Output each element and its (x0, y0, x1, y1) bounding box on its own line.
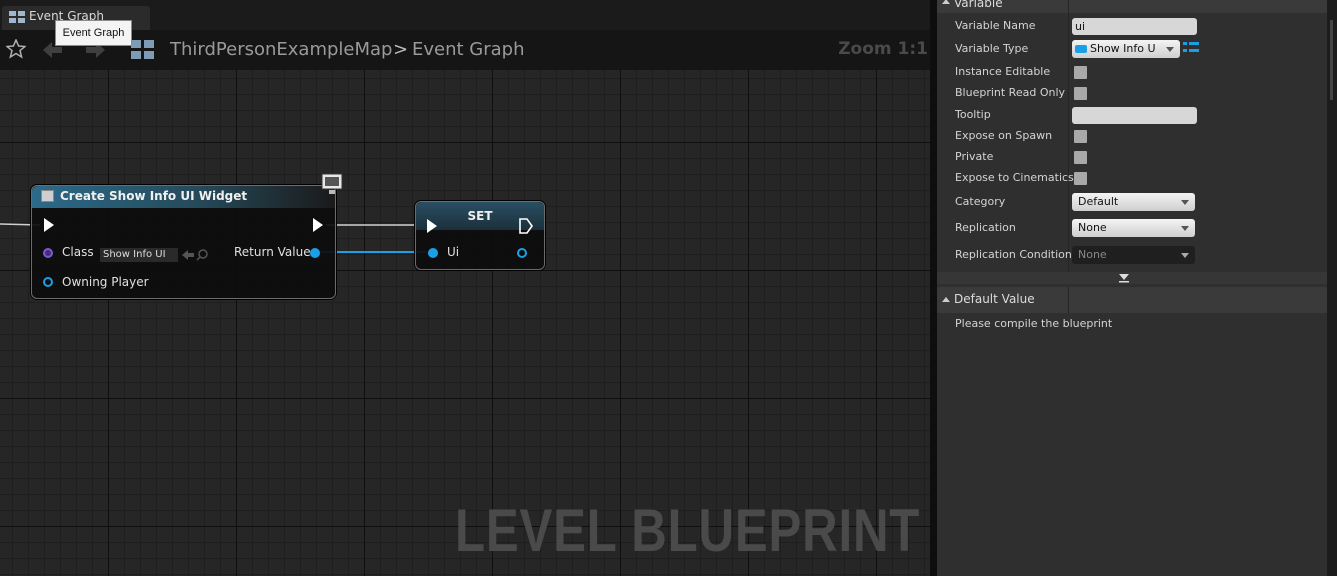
variable-name-input[interactable]: ui (1072, 18, 1197, 35)
exec-in-pin[interactable] (44, 218, 54, 232)
replication-combo[interactable]: None (1072, 219, 1195, 237)
row-expose-cinematics: Expose to Cinematics (937, 168, 1327, 189)
variable-section-header[interactable]: Variable (937, 0, 1327, 13)
row-read-only: Blueprint Read Only (937, 83, 1327, 104)
row-replication: Replication None (937, 218, 1327, 239)
variable-type-label: Variable Type (955, 42, 1029, 55)
browse-icon[interactable] (182, 248, 210, 262)
private-checkbox[interactable] (1074, 151, 1087, 164)
expose-on-spawn-checkbox[interactable] (1074, 130, 1087, 143)
owning-player-pin[interactable] (43, 277, 53, 287)
replication-label: Replication (955, 221, 1016, 234)
create-widget-node-title: Create Show Info UI Widget (60, 189, 248, 203)
default-value-section-header[interactable]: Default Value (937, 287, 1327, 313)
instance-editable-label: Instance Editable (955, 65, 1051, 78)
replication-condition-label: Replication Condition (955, 248, 1072, 261)
event-graph-canvas[interactable]: Event Graph ThirdPersonExampleMap > Even… (0, 0, 930, 576)
expose-cinematics-checkbox[interactable] (1074, 172, 1087, 185)
row-replication-condition: Replication Condition None (937, 245, 1327, 266)
class-select[interactable]: Show Info UI (100, 248, 178, 262)
default-value-section-title: Default Value (954, 292, 1035, 306)
row-instance-editable: Instance Editable (937, 62, 1327, 83)
return-value-label: Return Value (234, 245, 311, 259)
category-value: Default (1078, 195, 1119, 208)
expand-down-icon (1119, 274, 1129, 283)
monitor-icon (321, 173, 343, 194)
owning-player-label: Owning Player (62, 275, 149, 289)
set-exec-out-pin[interactable] (519, 218, 533, 234)
variable-type-combo[interactable]: Show Info U (1072, 40, 1180, 58)
row-tooltip: Tooltip (937, 105, 1327, 126)
tooltip-label: Tooltip (955, 108, 991, 121)
compile-message: Please compile the blueprint (955, 317, 1113, 330)
object-type-icon (1075, 45, 1087, 53)
replication-condition-value: None (1078, 248, 1107, 261)
variable-type-value: Show Info U (1090, 42, 1156, 55)
advanced-expander[interactable] (937, 272, 1327, 284)
read-only-checkbox[interactable] (1074, 87, 1087, 100)
read-only-label: Blueprint Read Only (955, 86, 1066, 99)
variable-section-title: Variable (954, 0, 1003, 10)
exec-out-pin[interactable] (313, 218, 323, 232)
class-pin[interactable] (43, 248, 53, 258)
details-panel: Variable Variable Name ui Variable Type … (937, 0, 1327, 576)
collapse-icon (942, 0, 950, 4)
class-pin-label: Class (62, 245, 94, 259)
panel-splitter[interactable] (930, 0, 937, 576)
category-combo[interactable]: Default (1072, 193, 1195, 211)
panel-scrollbar[interactable] (1327, 0, 1337, 576)
replication-value: None (1078, 221, 1107, 234)
create-widget-node[interactable]: Create Show Info UI Widget Class Show In… (31, 185, 336, 299)
widget-icon (41, 190, 54, 202)
private-label: Private (955, 150, 994, 163)
create-widget-node-header[interactable]: Create Show Info UI Widget (32, 186, 335, 208)
set-ui-out-pin[interactable] (517, 248, 527, 258)
return-value-pin[interactable] (310, 248, 320, 258)
row-variable-name: Variable Name ui (937, 16, 1327, 37)
row-category: Category Default (937, 192, 1327, 213)
container-type-icon[interactable] (1183, 41, 1199, 55)
set-ui-in-pin[interactable] (428, 248, 438, 258)
level-blueprint-watermark: LEVEL BLUEPRINT (455, 497, 921, 564)
replication-condition-combo[interactable]: None (1072, 246, 1195, 264)
row-private: Private (937, 147, 1327, 168)
tooltip-input[interactable] (1072, 107, 1197, 124)
set-exec-in-pin[interactable] (427, 219, 437, 233)
category-label: Category (955, 195, 1006, 208)
class-select-value: Show Info UI (103, 249, 166, 260)
collapse-icon (942, 297, 950, 302)
row-expose-on-spawn: Expose on Spawn (937, 126, 1327, 147)
expose-cinematics-label: Expose to Cinematics (955, 171, 1074, 184)
row-variable-type: Variable Type Show Info U (937, 39, 1327, 60)
instance-editable-checkbox[interactable] (1074, 66, 1087, 79)
set-ui-label: Ui (447, 245, 460, 259)
expose-on-spawn-label: Expose on Spawn (955, 129, 1053, 142)
set-node[interactable]: SET Ui (415, 201, 545, 270)
variable-name-label: Variable Name (955, 19, 1036, 32)
